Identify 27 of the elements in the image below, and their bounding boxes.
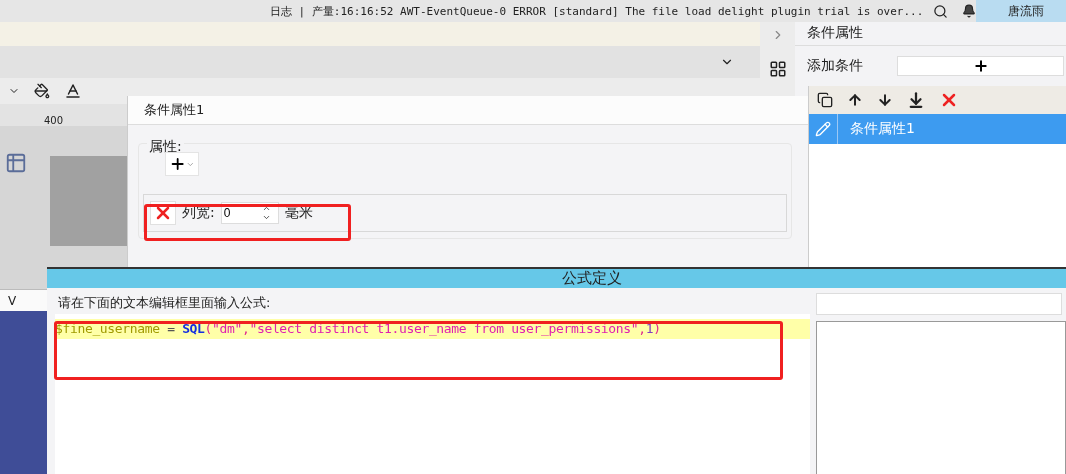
font-color-icon[interactable]	[64, 82, 82, 100]
remove-button[interactable]	[150, 201, 176, 225]
bell-icon[interactable]	[962, 4, 977, 18]
table-icon	[5, 152, 27, 174]
search-icon[interactable]	[933, 3, 949, 19]
prompt-text: 请在下面的文本编辑框里面输入公式:	[57, 294, 272, 312]
pencil-icon[interactable]	[815, 121, 831, 137]
log-text: 日志 | 产量:16:16:52 AWT-EventQueue-0 ERROR [standard] The file load delight plugin trial is over...	[270, 3, 924, 19]
copy-icon[interactable]	[817, 92, 833, 108]
add-dropdown-button[interactable]	[165, 152, 199, 176]
condition-label: 条件属性1	[850, 120, 915, 138]
unit-label: 毫米	[284, 204, 313, 222]
move-bottom-icon[interactable]	[907, 91, 925, 109]
paint-bucket-icon[interactable]	[34, 83, 50, 99]
panel-title: 条件属性	[807, 24, 863, 40]
arrow-up-icon[interactable]	[847, 92, 863, 108]
arrow-down-icon[interactable]	[877, 92, 893, 108]
dialog-title: 公式定义	[561, 269, 622, 288]
grid-icon[interactable]	[768, 60, 787, 78]
user-tab[interactable]: 唐流雨	[976, 0, 1066, 22]
column-header: V	[8, 294, 17, 308]
add-label: 添加条件	[807, 57, 863, 75]
dialog-title: 条件属性1	[144, 102, 205, 117]
plus-icon	[972, 58, 989, 74]
search-field[interactable]	[816, 293, 1062, 315]
number-input[interactable]: 0	[221, 205, 262, 221]
ruler-mark: 400	[44, 115, 64, 126]
